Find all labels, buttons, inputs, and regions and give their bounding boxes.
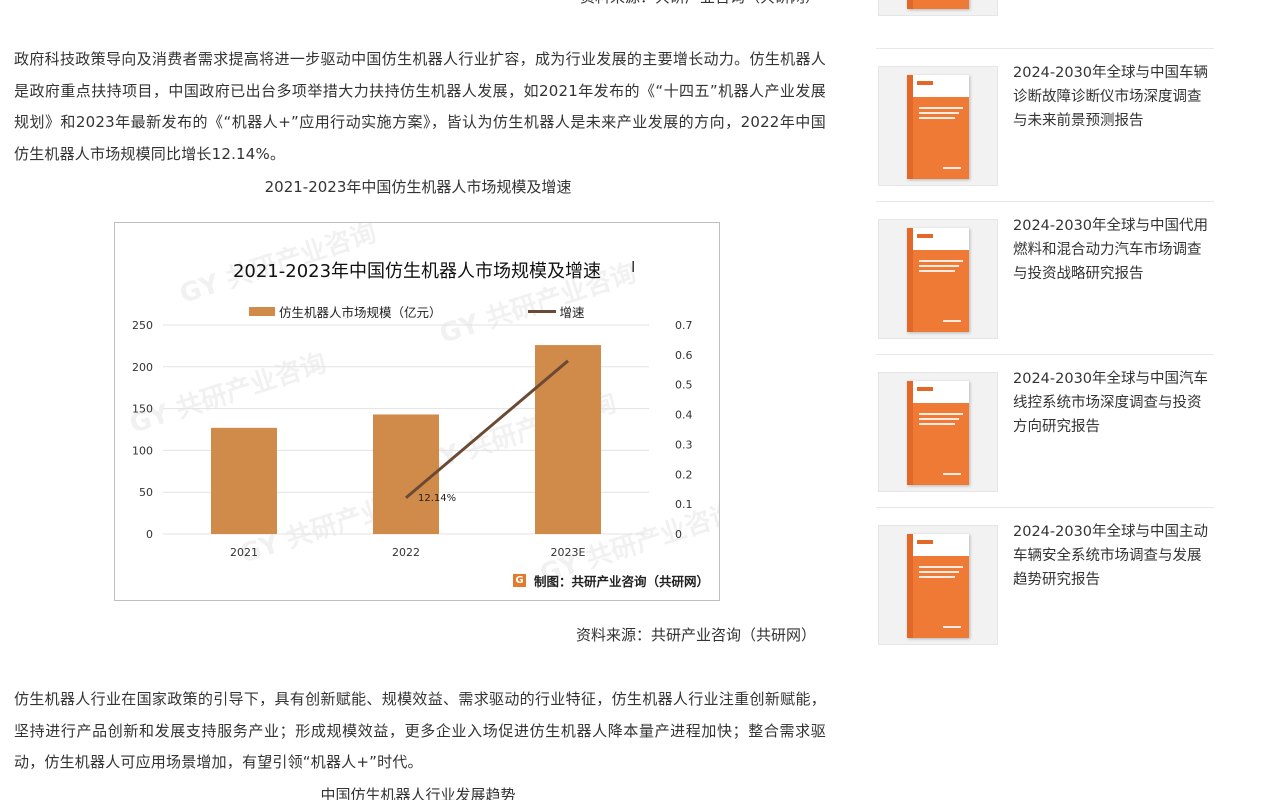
y-left-tick-label: 100 (132, 444, 153, 457)
market-chart: GY 共研产业咨询 GY 共研产业咨询 GY 共研产业咨询 GY 共研产业咨询 … (114, 222, 720, 601)
page: 资料来源：共研产业咨询（共研网） 政府科技政策导向及消费者需求提高将进一步驱动中… (0, 0, 1280, 800)
report-item[interactable]: 2024-2030年全球与中国主动车辆安全系统市场调查与发展趋势研究报告 (876, 524, 1216, 665)
chart-caption: 2021-2023年中国仿生机器人市场规模及增速 (264, 178, 572, 196)
y-right-tick-label: 0.3 (675, 438, 693, 451)
source-note-top: 资料来源：共研产业咨询（共研网） (560, 0, 820, 8)
report-cover-thumbnail[interactable] (878, 0, 998, 16)
brand-logo-icon: G (512, 574, 526, 587)
data-label: 12.14% (418, 493, 456, 504)
report-item[interactable]: 2024-2030年全球与中国代用燃料和混合动力汽车市场调查与投资战略研究报告 (876, 218, 1216, 359)
report-title-link[interactable]: 2024-2030年全球与中国车辆诊断故障诊断仪市场深度调查与未来前景预测报告 (1013, 61, 1215, 133)
x-tick-label: 2023E (551, 546, 586, 559)
report-cover-thumbnail[interactable] (878, 66, 998, 186)
related-reports-sidebar: 2024-2030年全球与中国车辆诊断故障诊断仪市场深度调查与未来前景预测报告 … (876, 0, 1216, 800)
text-cursor-icon: I (631, 258, 636, 276)
y-left-tick-label: 150 (132, 403, 153, 416)
report-cover-thumbnail[interactable] (878, 525, 998, 645)
report-title-link[interactable]: 2024-2030年全球与中国代用燃料和混合动力汽车市场调查与投资战略研究报告 (1013, 214, 1215, 286)
report-item[interactable]: 2024-2030年全球与中国车辆诊断故障诊断仪市场深度调查与未来前景预测报告 (876, 65, 1216, 206)
article-paragraph-2: 仿生机器人行业在国家政策的引导下，具有创新赋能、规模效益、需求驱动的行业特征，仿… (14, 690, 826, 771)
divider (876, 354, 1214, 355)
source-note-bottom: 资料来源：共研产业咨询（共研网） (575, 626, 816, 644)
y-right-tick-label: 0.1 (675, 498, 693, 511)
article: 资料来源：共研产业咨询（共研网） 政府科技政策导向及消费者需求提高将进一步驱动中… (0, 0, 840, 800)
report-cover-icon (907, 75, 969, 179)
y-right-tick-label: 0 (675, 528, 682, 541)
y-left-tick-label: 200 (132, 361, 153, 374)
divider (876, 48, 1214, 49)
y-left-tick-label: 0 (146, 528, 153, 541)
chart-credit: G 制图：共研产业咨询（共研网） (512, 571, 709, 590)
y-right-tick-label: 0.2 (675, 468, 693, 481)
y-left-tick-label: 50 (139, 486, 153, 499)
report-item-previous[interactable] (876, 0, 1216, 36)
y-right-tick-label: 0.4 (675, 409, 693, 422)
next-chart-caption: 中国仿生机器人行业发展趋势 (320, 786, 516, 800)
chart-plot: 0 50 100 150 200 250 0 0.1 0.2 0.3 0.4 0.5 0.6 0.7 202… (132, 319, 693, 559)
report-item[interactable]: 2024-2030年全球与中国汽车线控系统市场深度调查与投资方向研究报告 (876, 371, 1216, 512)
report-cover-thumbnail[interactable] (878, 219, 998, 339)
report-cover-icon (907, 381, 969, 485)
report-cover-icon (907, 0, 969, 9)
y-right-tick-label: 0.5 (675, 379, 693, 392)
divider (876, 201, 1214, 202)
y-right-tick-label: 0.7 (675, 319, 693, 332)
report-title-link[interactable]: 2024-2030年全球与中国汽车线控系统市场深度调查与投资方向研究报告 (1013, 367, 1215, 439)
article-paragraph-1: 政府科技政策导向及消费者需求提高将进一步驱动中国仿生机器人行业扩容，成为行业发展… (14, 50, 826, 163)
report-cover-thumbnail[interactable] (878, 372, 998, 492)
chart-credit-text: 制图：共研产业咨询（共研网） (533, 574, 709, 589)
report-title-link[interactable]: 2024-2030年全球与中国主动车辆安全系统市场调查与发展趋势研究报告 (1013, 520, 1215, 592)
x-tick-label: 2021 (230, 546, 258, 559)
chart-bar (373, 414, 439, 534)
y-left-tick-label: 250 (132, 319, 153, 332)
chart-bar (211, 427, 277, 534)
x-tick-label: 2022 (392, 546, 420, 559)
chart-bar (535, 345, 601, 534)
report-cover-icon (907, 534, 969, 638)
report-cover-icon (907, 228, 969, 332)
divider (876, 507, 1214, 508)
y-right-tick-label: 0.6 (675, 349, 693, 362)
